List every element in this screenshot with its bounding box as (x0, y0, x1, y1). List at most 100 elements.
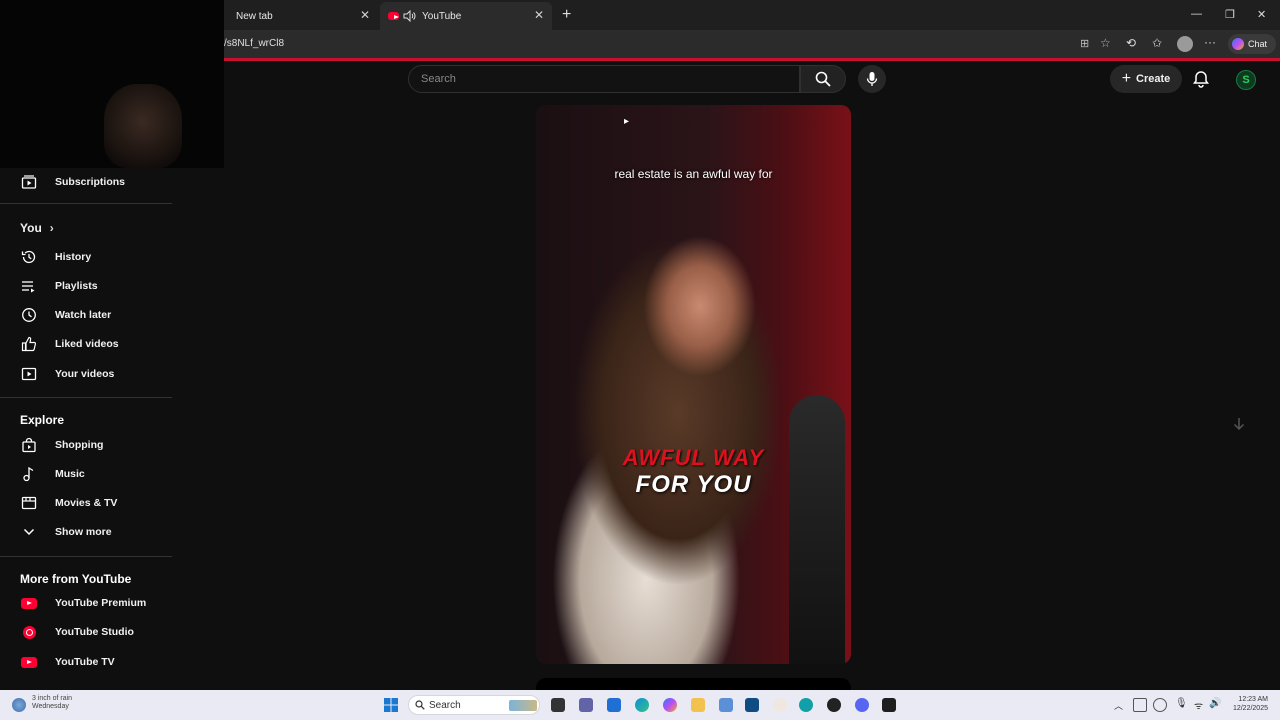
close-window-icon[interactable]: ✕ (1257, 8, 1266, 21)
arrow-down-icon (1233, 418, 1245, 431)
sidebar-divider (0, 397, 172, 398)
app-available-icon[interactable]: ⊞ (1080, 37, 1089, 50)
microphone-icon[interactable]: 🎙 (1175, 698, 1188, 709)
chevron-right-icon: › (49, 221, 54, 235)
tab-new-tab[interactable]: New tab ✕ (224, 2, 378, 30)
youtube-tv-icon (20, 653, 38, 671)
terminal-icon[interactable] (882, 698, 896, 712)
taskbar-clock[interactable]: 12:23 AM 12/22/2025 (1233, 695, 1268, 713)
close-tab-icon[interactable]: ✕ (360, 8, 370, 22)
chatgpt-icon[interactable] (827, 698, 841, 712)
sidebar-item-show-more[interactable]: Show more (0, 518, 172, 546)
sidebar-item-movies-tv[interactable]: Movies & TV (0, 489, 172, 517)
sidebar-item-history[interactable]: History (0, 243, 172, 271)
sidebar-item-youtube-studio[interactable]: YouTube Studio (0, 618, 172, 646)
volume-icon[interactable]: 🔊 (1209, 698, 1221, 709)
sidebar-item-label: Your videos (55, 368, 115, 380)
sidebar-item-label: Music (55, 468, 85, 480)
explore-header: Explore (20, 413, 65, 427)
edge-icon[interactable] (635, 698, 649, 712)
favorites-icon[interactable]: ✩ (1152, 36, 1162, 50)
more-menu-icon[interactable]: ··· (1204, 35, 1216, 49)
minimize-icon[interactable]: — (1191, 8, 1202, 20)
task-view-icon[interactable] (551, 698, 565, 712)
shorts-video-player[interactable]: real estate is an awful way for AWFUL WA… (536, 105, 851, 664)
snipping-tool-icon[interactable] (719, 698, 733, 712)
sidebar-item-your-videos[interactable]: Your videos (0, 360, 172, 388)
next-short-preview[interactable] (536, 678, 851, 690)
youtube-premium-icon (20, 594, 38, 612)
account-avatar[interactable]: S (1236, 70, 1256, 90)
chevron-down-icon (20, 523, 38, 541)
sidebar-item-label: Liked videos (55, 338, 119, 350)
new-tab-icon[interactable]: + (562, 6, 571, 24)
next-video-button[interactable] (1225, 410, 1253, 438)
clock-time: 12:23 AM (1238, 696, 1268, 703)
discord-icon[interactable] (855, 698, 869, 712)
sidebar-item-label: Playlists (55, 280, 98, 292)
sidebar-item-label: Shopping (55, 439, 104, 451)
sidebar-item-watch-later[interactable]: Watch later (0, 301, 172, 329)
shopping-bag-icon (20, 436, 38, 454)
sidebar-item-youtube-tv[interactable]: YouTube TV (0, 648, 172, 676)
tray-app-icon[interactable] (1133, 698, 1147, 712)
copilot-icon[interactable] (663, 698, 677, 712)
weather-day: Wednesday (32, 703, 69, 710)
file-explorer-icon[interactable] (691, 698, 705, 712)
teams-icon[interactable] (579, 698, 593, 712)
your-videos-icon (20, 365, 38, 383)
tray-app-icon[interactable] (1153, 698, 1167, 712)
sidebar-item-label: Subscriptions (55, 176, 126, 188)
chevron-up-icon[interactable]: ︿ (1114, 699, 1123, 712)
sidebar-you-header[interactable]: You › (0, 214, 172, 242)
close-tab-icon[interactable]: ✕ (534, 8, 544, 22)
sidebar-item-label: YouTube Premium (55, 597, 147, 609)
history-icon (20, 248, 38, 266)
sidebar-item-label: YouTube TV (55, 656, 115, 668)
sidebar-item-playlists[interactable]: Playlists (0, 272, 172, 300)
taskbar-search-box[interactable]: Search (408, 695, 540, 715)
app-icon[interactable] (799, 698, 813, 712)
subscriptions-icon (20, 173, 38, 191)
tab-title: New tab (236, 10, 273, 22)
bell-icon (1193, 71, 1209, 88)
app-icon[interactable] (773, 698, 787, 712)
sidebar-item-youtube-premium[interactable]: YouTube Premium (0, 589, 172, 617)
more-from-youtube-header: More from YouTube (20, 572, 132, 586)
sidebar-item-liked-videos[interactable]: Liked videos (0, 330, 172, 358)
video-caption-white: FOR YOU (635, 471, 752, 498)
sidebar-item-subscriptions[interactable]: Subscriptions (0, 168, 172, 196)
sidebar-item-music[interactable]: Music (0, 460, 172, 488)
voice-search-button[interactable] (858, 65, 886, 93)
sidebar-item-label: History (55, 251, 92, 263)
restore-icon[interactable]: ❐ (1225, 8, 1235, 21)
sidebar-divider (0, 203, 172, 204)
profile-avatar-icon[interactable] (1177, 36, 1193, 52)
chat-label: Chat (1248, 39, 1268, 49)
copilot-chat-button[interactable]: Chat (1228, 34, 1276, 54)
url-text[interactable]: /s8NLf_wrCl8 (224, 38, 284, 49)
video-caption-top: real estate is an awful way for (614, 167, 773, 181)
playlists-icon (20, 277, 38, 295)
search-button[interactable] (800, 65, 846, 93)
store-icon[interactable] (745, 698, 759, 712)
notifications-button[interactable] (1193, 70, 1209, 93)
search-input[interactable]: Search (408, 65, 800, 93)
taskbar-search-label: Search (429, 700, 461, 711)
extensions-icon[interactable]: ⟲ (1126, 36, 1136, 50)
tab-youtube[interactable]: YouTube ✕ (380, 2, 552, 30)
outlook-icon[interactable] (607, 698, 621, 712)
clock-icon (20, 306, 38, 324)
microphone-icon (866, 72, 878, 86)
create-button[interactable]: + Create (1110, 65, 1182, 93)
youtube-favicon-icon (388, 12, 399, 20)
favorite-star-icon[interactable]: ☆ (1100, 36, 1111, 50)
speaker-icon[interactable] (403, 10, 416, 22)
sidebar: Subscriptions You › History Playlists Wa… (0, 168, 172, 688)
sidebar-item-shopping[interactable]: Shopping (0, 431, 172, 459)
windows-start-icon[interactable] (384, 698, 398, 712)
wifi-icon[interactable]: ᯤ (1194, 698, 1203, 712)
webcam-overlay (0, 0, 224, 168)
weather-rain-icon (12, 698, 26, 712)
weather-widget[interactable]: 3 inch of rain Wednesday (32, 695, 72, 711)
